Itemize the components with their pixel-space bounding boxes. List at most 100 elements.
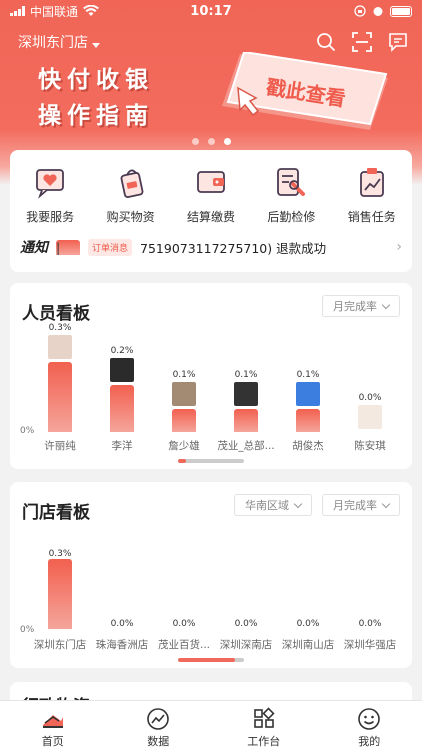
banner-line-2: 操作指南: [38, 103, 154, 129]
banner-button-graphic: 戳此查看: [222, 52, 388, 130]
notice-divider: |: [56, 239, 80, 255]
staff-filter-dropdown[interactable]: 月完成率: [322, 295, 400, 317]
avatar: [296, 382, 320, 406]
chart-bar[interactable]: [296, 409, 320, 432]
profile-icon: [358, 708, 381, 730]
notice-title: 通知: [20, 240, 48, 256]
avatar: [234, 382, 258, 406]
store-selector[interactable]: 深圳东门店: [18, 32, 100, 52]
battery-icon: [390, 5, 412, 17]
chart-bar[interactable]: [234, 409, 258, 432]
service-shopping-bag[interactable]: 购买物资: [96, 164, 166, 225]
tab-label: 我的: [358, 735, 381, 748]
region-filter-dropdown[interactable]: 华南区域: [234, 494, 312, 516]
data-icon: [147, 708, 170, 730]
x-axis-label: 深圳南山店: [281, 639, 335, 651]
banner[interactable]: 快付收银 操作指南 戳此查看: [30, 52, 390, 142]
bar-value-label: 0.3%: [48, 549, 72, 559]
tab-home[interactable]: 首页: [18, 701, 88, 750]
staff-filter-label: 月完成率: [333, 300, 377, 313]
tab-workbench[interactable]: 工作台: [229, 701, 299, 750]
time-label: 10:17: [190, 3, 232, 19]
store-filter-label: 月完成率: [333, 499, 377, 512]
wrench-doc-icon: [277, 168, 306, 196]
x-axis-label: 陈安琪: [354, 440, 386, 452]
scan-icon[interactable]: [352, 32, 372, 52]
avatar: [358, 405, 382, 429]
chart-bar-column: 0.1%: [216, 370, 276, 432]
notice-tag: 订单消息: [88, 238, 133, 256]
chart-bar-column: 0.1%: [154, 370, 214, 432]
tab-data[interactable]: 数据: [123, 701, 193, 750]
service-label: 我要服务: [26, 210, 75, 224]
tab-label: 首页: [41, 735, 64, 748]
pager-dot[interactable]: [191, 138, 199, 145]
chevron-down-icon: [381, 499, 391, 508]
bar-value-label: 0.1%: [234, 370, 258, 380]
bar-value-label: 0.0%: [172, 619, 196, 629]
bar-value-label: 0.1%: [296, 370, 320, 380]
dropdown-triangle-icon: [92, 42, 100, 48]
service-heart-chat[interactable]: 我要服务: [15, 164, 85, 225]
service-label: 结算缴费: [186, 210, 235, 224]
chart-bar-column: 0.3%: [30, 549, 90, 629]
heart-chat-icon: [36, 169, 65, 199]
tab-label: 数据: [147, 735, 170, 748]
x-axis-label: 许丽纯: [44, 440, 76, 452]
search-icon[interactable]: [316, 32, 336, 52]
message-icon[interactable]: [388, 32, 408, 52]
bar-value-label: 0.0%: [358, 393, 382, 403]
notice-bar[interactable]: 通知 | 订单消息 7519073117275710) 退款成功 ›: [20, 232, 402, 262]
services-card: 我要服务 购买物资 结算缴费 后勤检修 销售任务 通知 | 订单消息 751907311…: [10, 150, 412, 272]
x-axis-label: 深圳深南店: [219, 639, 273, 651]
bar-value-label: 0.0%: [110, 619, 134, 629]
chevron-down-icon: [381, 300, 391, 309]
x-axis-label: 茂业百货...: [157, 639, 210, 651]
chart-bar-column: 0.1%: [278, 370, 338, 432]
x-axis-label: 珠海香洲店: [95, 639, 149, 651]
bar-value-label: 0.3%: [48, 323, 72, 333]
task-chart-icon: [359, 168, 384, 197]
store-chart-scrollbar[interactable]: [178, 658, 244, 662]
chart-bar-column: 0.0%: [92, 619, 152, 629]
pager-dot-active[interactable]: [223, 138, 231, 145]
staff-chart-scrollbar[interactable]: [178, 459, 244, 463]
chart-bar[interactable]: [48, 559, 72, 629]
staff-board-card: 人员看板 月完成率 0% 0.3% 许丽纯 0.2% 李洋 0.1% 詹少雄 0.1% 茂业_…: [10, 283, 412, 469]
chart-bar[interactable]: [172, 409, 196, 432]
shopping-bag-icon: [120, 169, 144, 198]
bar-value-label: 0.0%: [234, 619, 258, 629]
chart-bar-column: 0.0%: [340, 393, 400, 432]
store-filter-dropdown[interactable]: 月完成率: [322, 494, 400, 516]
chevron-down-icon: [293, 499, 303, 508]
service-task-chart[interactable]: 销售任务: [337, 164, 407, 225]
tab-profile[interactable]: 我的: [334, 701, 404, 750]
bar-value-label: 0.0%: [358, 619, 382, 629]
pager-dot[interactable]: [207, 138, 215, 145]
x-axis-label: 李洋: [111, 440, 133, 452]
avatar: [110, 358, 134, 382]
service-wallet[interactable]: 结算缴费: [176, 164, 246, 225]
avatar: [48, 335, 72, 359]
store-name: 深圳东门店: [18, 35, 88, 51]
chart-bar-column: 0.3%: [30, 323, 90, 432]
chart-bar-column: 0.0%: [340, 619, 400, 629]
service-label: 销售任务: [347, 210, 396, 224]
staff-board-title: 人员看板: [22, 304, 90, 324]
x-axis-label: 胡俊杰: [292, 440, 324, 452]
chevron-right-icon[interactable]: ›: [396, 239, 402, 255]
chart-bar[interactable]: [48, 362, 72, 432]
chart-bar-column: 0.0%: [278, 619, 338, 629]
x-axis-label: 深圳华强店: [343, 639, 397, 651]
x-axis-label: 茂业_总部...: [217, 440, 275, 452]
store-board-title: 门店看板: [22, 503, 90, 523]
service-wrench-doc[interactable]: 后勤检修: [256, 164, 326, 225]
bar-value-label: 0.2%: [110, 346, 134, 356]
workbench-icon: [253, 707, 275, 728]
tab-label: 工作台: [247, 735, 281, 748]
region-filter-label: 华南区域: [245, 499, 289, 512]
service-label: 后勤检修: [267, 210, 316, 224]
chart-bar[interactable]: [110, 385, 134, 432]
home-icon: [42, 715, 63, 728]
notice-text: 7519073117275710) 退款成功: [140, 240, 327, 256]
